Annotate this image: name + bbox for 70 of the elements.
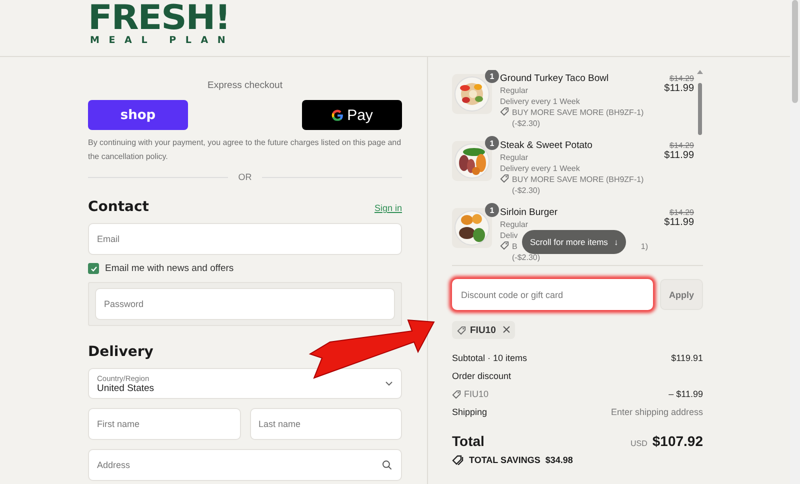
tag-icon	[500, 174, 509, 183]
tag-icon	[500, 241, 509, 250]
summary-label: Subtotal · 10 items	[452, 353, 528, 363]
summary-value: $119.91	[671, 353, 703, 363]
section-heading: Contact	[88, 199, 149, 215]
tags-icon	[452, 455, 464, 465]
apply-button[interactable]: Apply	[660, 279, 703, 310]
terms-text: By continuing with your payment, you agree to the future charges listed on this page and the cancellation policy.	[88, 137, 402, 163]
google-pay-button[interactable]: Pay	[302, 100, 402, 130]
tag-icon	[500, 107, 509, 116]
savings-amount: $34.98	[545, 455, 573, 465]
original-price: $14.29	[670, 141, 694, 150]
tag-icon	[452, 390, 461, 398]
promo-text: 1)	[640, 241, 648, 252]
checkbox[interactable]	[88, 263, 99, 274]
delivery-frequency: Delivery every 1 Week	[500, 163, 581, 174]
discount-code-field[interactable]: Discount code or gift card	[452, 279, 653, 310]
quantity-badge: 1	[485, 203, 499, 217]
item-price: $11.99	[664, 217, 694, 228]
password-field[interactable]: Password	[95, 288, 395, 320]
sign-in-link[interactable]: Sign in	[374, 203, 402, 213]
google-logo	[331, 108, 344, 122]
quantity-badge: 1	[485, 70, 499, 83]
item-price: $11.99	[664, 83, 694, 94]
item-name: Sirloin Burger	[500, 207, 559, 219]
original-price: $14.29	[670, 74, 694, 83]
savings-label: TOTAL SAVINGS	[469, 455, 540, 465]
summary-label: Order discount	[452, 371, 512, 381]
logo-title: FRESH!	[88, 1, 230, 35]
section-heading: Delivery	[88, 344, 154, 360]
item-name: Steak & Sweet Potato	[500, 140, 594, 152]
chevron-down-icon	[385, 381, 393, 386]
shop-pay-button[interactable]: shop	[88, 100, 188, 130]
first-name-field[interactable]: First name	[88, 408, 240, 440]
promo-text: (-$2.30)	[512, 185, 542, 196]
promo-text: (-$2.30)	[512, 252, 542, 263]
scroll-up-icon[interactable]	[696, 70, 702, 74]
discount-code: FIU10	[470, 324, 496, 336]
item-variant: Regular	[500, 85, 530, 96]
logo-subtitle: MEAL PLAN	[90, 35, 235, 46]
item-variant: Regular	[500, 152, 530, 163]
divider-label: OR	[238, 172, 252, 182]
quantity-badge: 1	[485, 136, 499, 150]
address-field[interactable]: Address	[88, 449, 402, 481]
summary-value: – $11.99	[668, 389, 703, 399]
promo-text: BUY MORE SAVE MORE (BH9ZF-1)	[512, 174, 644, 185]
currency-code: USD	[630, 439, 648, 448]
last-name-field[interactable]: Last name	[250, 408, 402, 440]
email-field[interactable]: Email	[88, 223, 402, 255]
close-icon	[502, 326, 510, 333]
total-label: Total	[452, 433, 484, 449]
discount-code: FIU10	[464, 389, 489, 399]
checkbox-label: Email me with news and offers	[105, 263, 234, 274]
promo-text: B	[512, 241, 518, 252]
total-amount: $107.92	[652, 433, 703, 449]
tag-icon	[457, 326, 466, 334]
promo-text: (-$2.30)	[512, 118, 542, 129]
search-icon	[382, 460, 392, 470]
item-price: $11.99	[664, 150, 694, 161]
section-label: Express checkout	[208, 80, 282, 91]
delivery-frequency: Delivery every 1 Week	[500, 96, 581, 107]
delivery-frequency: Deliv	[500, 230, 519, 241]
summary-value: Enter shipping address	[610, 407, 703, 417]
item-name: Ground Turkey Taco Bowl	[500, 73, 610, 85]
original-price: $14.29	[670, 208, 694, 217]
scroll-hint-button[interactable]: Scroll for more items ↓	[522, 230, 626, 254]
item-variant: Regular	[500, 219, 530, 230]
select-value: United States	[97, 382, 154, 394]
promo-text: BUY MORE SAVE MORE (BH9ZF-1)	[512, 107, 644, 118]
summary-label: Shipping	[452, 407, 488, 417]
